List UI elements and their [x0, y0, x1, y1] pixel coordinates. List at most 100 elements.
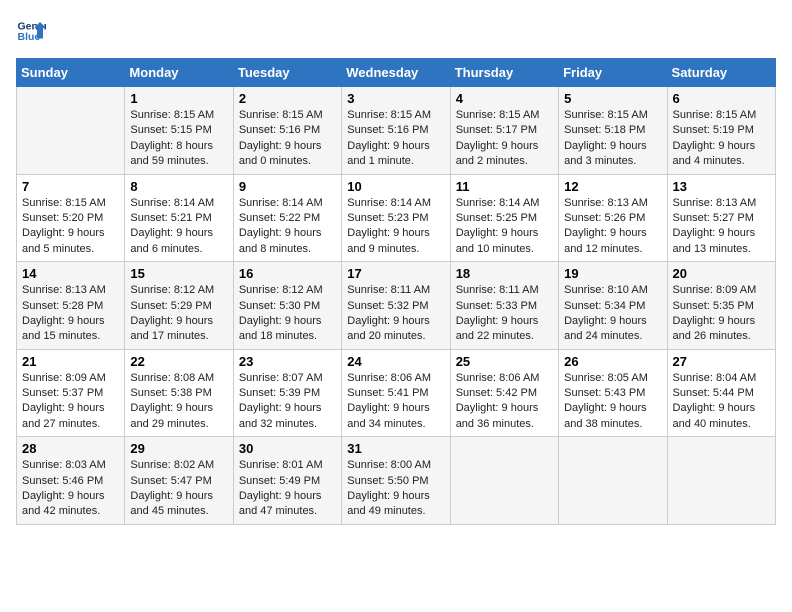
day-number: 25: [456, 354, 553, 369]
weekday-header-saturday: Saturday: [667, 59, 775, 87]
day-number: 6: [673, 91, 770, 106]
day-number: 12: [564, 179, 661, 194]
weekday-header-wednesday: Wednesday: [342, 59, 450, 87]
weekday-header-monday: Monday: [125, 59, 233, 87]
day-info: Sunrise: 8:06 AMSunset: 5:42 PMDaylight:…: [456, 371, 553, 433]
day-info: Sunrise: 8:15 AMSunset: 5:18 PMDaylight:…: [564, 108, 661, 170]
day-number: 29: [130, 441, 227, 456]
day-info: Sunrise: 8:04 AMSunset: 5:44 PMDaylight:…: [673, 371, 770, 433]
calendar-week-5: 28Sunrise: 8:03 AMSunset: 5:46 PMDayligh…: [17, 437, 776, 525]
calendar-cell: [667, 437, 775, 525]
weekday-header-tuesday: Tuesday: [233, 59, 341, 87]
day-info: Sunrise: 8:06 AMSunset: 5:41 PMDaylight:…: [347, 371, 444, 433]
day-number: 9: [239, 179, 336, 194]
day-number: 10: [347, 179, 444, 194]
calendar-cell: 9 Sunrise: 8:14 AMSunset: 5:22 PMDaylight…: [233, 174, 341, 262]
logo: General Blue: [16, 16, 46, 46]
calendar-body: 1 Sunrise: 8:15 AMSunset: 5:15 PMDaylight…: [17, 87, 776, 525]
day-info: Sunrise: 8:14 AMSunset: 5:21 PMDaylight:…: [130, 196, 227, 258]
calendar-cell: [450, 437, 558, 525]
day-number: 8: [130, 179, 227, 194]
calendar-cell: 30 Sunrise: 8:01 AMSunset: 5:49 PMDayligh…: [233, 437, 341, 525]
calendar-week-2: 7Sunrise: 8:15 AMSunset: 5:20 PMDaylight…: [17, 174, 776, 262]
day-info: Sunrise: 8:12 AMSunset: 5:29 PMDaylight:…: [130, 283, 227, 345]
calendar-cell: [17, 87, 125, 175]
day-number: 26: [564, 354, 661, 369]
logo-icon: General Blue: [16, 16, 46, 46]
day-info: Sunrise: 8:11 AMSunset: 5:33 PMDaylight:…: [456, 283, 553, 345]
calendar-cell: 24 Sunrise: 8:06 AMSunset: 5:41 PMDayligh…: [342, 349, 450, 437]
calendar-cell: 5 Sunrise: 8:15 AMSunset: 5:18 PMDaylight…: [559, 87, 667, 175]
day-number: 31: [347, 441, 444, 456]
calendar-cell: 31Sunrise: 8:00 AMSunset: 5:50 PMDayligh…: [342, 437, 450, 525]
day-info: Sunrise: 8:13 AMSunset: 5:27 PMDaylight:…: [673, 196, 770, 258]
day-info: Sunrise: 8:11 AMSunset: 5:32 PMDaylight:…: [347, 283, 444, 345]
calendar-cell: 13 Sunrise: 8:13 AMSunset: 5:27 PMDayligh…: [667, 174, 775, 262]
day-number: 30: [239, 441, 336, 456]
day-info: Sunrise: 8:08 AMSunset: 5:38 PMDaylight:…: [130, 371, 227, 433]
day-number: 19: [564, 266, 661, 281]
svg-text:Blue: Blue: [18, 31, 41, 43]
calendar-cell: 3Sunrise: 8:15 AMSunset: 5:16 PMDaylight…: [342, 87, 450, 175]
day-number: 24: [347, 354, 444, 369]
calendar-cell: 18 Sunrise: 8:11 AMSunset: 5:33 PMDayligh…: [450, 262, 558, 350]
day-info: Sunrise: 8:15 AMSunset: 5:17 PMDaylight:…: [456, 108, 553, 170]
day-info: Sunrise: 8:09 AMSunset: 5:35 PMDaylight:…: [673, 283, 770, 345]
day-number: 7: [22, 179, 119, 194]
calendar-header: SundayMondayTuesdayWednesdayThursdayFrid…: [17, 59, 776, 87]
day-number: 23: [239, 354, 336, 369]
calendar-cell: 4 Sunrise: 8:15 AMSunset: 5:17 PMDaylight…: [450, 87, 558, 175]
weekday-header-sunday: Sunday: [17, 59, 125, 87]
calendar-cell: [559, 437, 667, 525]
calendar-table: SundayMondayTuesdayWednesdayThursdayFrid…: [16, 58, 776, 525]
day-number: 5: [564, 91, 661, 106]
day-number: 14: [22, 266, 119, 281]
day-number: 27: [673, 354, 770, 369]
calendar-cell: 12Sunrise: 8:13 AMSunset: 5:26 PMDayligh…: [559, 174, 667, 262]
day-info: Sunrise: 8:10 AMSunset: 5:34 PMDaylight:…: [564, 283, 661, 345]
day-info: Sunrise: 8:15 AMSunset: 5:16 PMDaylight:…: [347, 108, 444, 170]
calendar-cell: 14Sunrise: 8:13 AMSunset: 5:28 PMDayligh…: [17, 262, 125, 350]
calendar-week-1: 1 Sunrise: 8:15 AMSunset: 5:15 PMDaylight…: [17, 87, 776, 175]
day-info: Sunrise: 8:14 AMSunset: 5:25 PMDaylight:…: [456, 196, 553, 258]
day-number: 21: [22, 354, 119, 369]
calendar-cell: 1 Sunrise: 8:15 AMSunset: 5:15 PMDaylight…: [125, 87, 233, 175]
day-info: Sunrise: 8:14 AMSunset: 5:23 PMDaylight:…: [347, 196, 444, 258]
day-number: 28: [22, 441, 119, 456]
day-number: 18: [456, 266, 553, 281]
day-number: 22: [130, 354, 227, 369]
calendar-cell: 27 Sunrise: 8:04 AMSunset: 5:44 PMDayligh…: [667, 349, 775, 437]
calendar-cell: 25 Sunrise: 8:06 AMSunset: 5:42 PMDayligh…: [450, 349, 558, 437]
page-header: General Blue: [16, 16, 776, 46]
calendar-cell: 23Sunrise: 8:07 AMSunset: 5:39 PMDayligh…: [233, 349, 341, 437]
day-info: Sunrise: 8:14 AMSunset: 5:22 PMDaylight:…: [239, 196, 336, 258]
day-number: 15: [130, 266, 227, 281]
calendar-cell: 16 Sunrise: 8:12 AMSunset: 5:30 PMDayligh…: [233, 262, 341, 350]
day-number: 4: [456, 91, 553, 106]
calendar-cell: 2 Sunrise: 8:15 AMSunset: 5:16 PMDaylight…: [233, 87, 341, 175]
weekday-header-friday: Friday: [559, 59, 667, 87]
day-number: 16: [239, 266, 336, 281]
calendar-cell: 17Sunrise: 8:11 AMSunset: 5:32 PMDayligh…: [342, 262, 450, 350]
calendar-cell: 29Sunrise: 8:02 AMSunset: 5:47 PMDayligh…: [125, 437, 233, 525]
day-info: Sunrise: 8:01 AMSunset: 5:49 PMDaylight:…: [239, 458, 336, 520]
day-number: 1: [130, 91, 227, 106]
calendar-cell: 8 Sunrise: 8:14 AMSunset: 5:21 PMDaylight…: [125, 174, 233, 262]
calendar-cell: 22 Sunrise: 8:08 AMSunset: 5:38 PMDayligh…: [125, 349, 233, 437]
calendar-cell: 20 Sunrise: 8:09 AMSunset: 5:35 PMDayligh…: [667, 262, 775, 350]
calendar-cell: 26Sunrise: 8:05 AMSunset: 5:43 PMDayligh…: [559, 349, 667, 437]
day-number: 11: [456, 179, 553, 194]
calendar-week-3: 14Sunrise: 8:13 AMSunset: 5:28 PMDayligh…: [17, 262, 776, 350]
day-number: 2: [239, 91, 336, 106]
day-number: 20: [673, 266, 770, 281]
calendar-cell: 19 Sunrise: 8:10 AMSunset: 5:34 PMDayligh…: [559, 262, 667, 350]
day-info: Sunrise: 8:09 AMSunset: 5:37 PMDaylight:…: [22, 371, 119, 433]
day-info: Sunrise: 8:15 AMSunset: 5:15 PMDaylight:…: [130, 108, 227, 170]
day-info: Sunrise: 8:12 AMSunset: 5:30 PMDaylight:…: [239, 283, 336, 345]
calendar-cell: 10 Sunrise: 8:14 AMSunset: 5:23 PMDayligh…: [342, 174, 450, 262]
day-info: Sunrise: 8:15 AMSunset: 5:16 PMDaylight:…: [239, 108, 336, 170]
calendar-week-4: 21 Sunrise: 8:09 AMSunset: 5:37 PMDayligh…: [17, 349, 776, 437]
day-info: Sunrise: 8:15 AMSunset: 5:19 PMDaylight:…: [673, 108, 770, 170]
day-number: 13: [673, 179, 770, 194]
calendar-cell: 7Sunrise: 8:15 AMSunset: 5:20 PMDaylight…: [17, 174, 125, 262]
